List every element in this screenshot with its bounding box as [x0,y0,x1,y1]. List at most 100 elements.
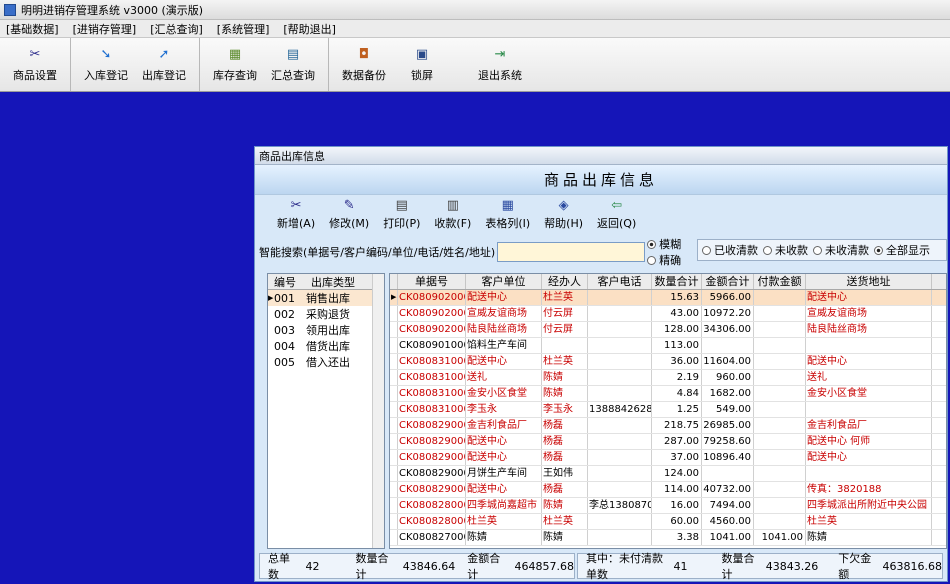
button-label: 商品设置 [13,68,57,82]
cell-phone [588,338,652,353]
table-row[interactable]: ▶CK0809020003配送中心杜兰英15.635966.00配送中心 [390,290,946,306]
filter-partial-option[interactable]: 未收清款 [813,242,869,258]
row-marker [390,450,398,465]
grid-header-amount[interactable]: 金额合计 [702,274,754,289]
type-list-row[interactable]: 004 借货出库 [268,338,384,354]
grid-header-address[interactable]: 送货地址 [806,274,932,289]
cell-customer: 月饼生产车间 [466,466,542,481]
cell-customer: 陆良陆丝商场 [466,322,542,337]
cell-customer: 陈婧 [466,530,542,545]
edit-icon: ✎ [343,197,355,213]
cell-phone [588,418,652,433]
table-row[interactable]: CK0808280002四季城尚嘉超市陈婧李总138087016.007494.… [390,498,946,514]
lock-screen-button[interactable]: ▣ 锁屏 [393,38,451,91]
button-label: 数据备份 [342,68,386,82]
table-row[interactable]: CK0809020001陆良陆丝商场付云屏128.0034306.00陆良陆丝商… [390,322,946,338]
table-row[interactable]: CK0809010001馅料生产车间 113.00 [390,338,946,354]
type-list-scrollbar[interactable] [372,274,384,548]
search-input[interactable] [497,242,646,262]
cell-paid [754,386,806,401]
table-row[interactable]: CK0808310001李玉永李玉永138884262881.25549.00 [390,402,946,418]
match-fuzzy-option[interactable]: 模糊 [647,236,687,252]
menu-basic-data[interactable]: [基础数据] [6,21,59,37]
cell-qty: 60.00 [652,514,702,529]
inbound-button[interactable]: ➘ 入库登记 [77,38,135,91]
filter-all-option[interactable]: 全部显示 [874,242,930,258]
app-title: 明明进销存管理系统 v3000 (演示版) [21,3,204,17]
print-button[interactable]: ▤ 打印(P) [383,197,420,231]
filter-paid-option[interactable]: 已收清款 [702,242,758,258]
outbound-grid: 单据号 客户单位 经办人 客户电话 数量合计 金额合计 付款金额 送货地址 ▶ CK080902… [389,273,947,549]
owed-label: 下欠金额 [838,552,872,581]
type-list-row[interactable]: ▶ 001 销售出库 [268,290,384,306]
type-list-row[interactable]: 003 领用出库 [268,322,384,338]
cell-amount: 10972.20 [702,306,754,321]
grid-header: 单据号 客户单位 经办人 客户电话 数量合计 金额合计 付款金额 送货地址 [390,274,946,290]
grid-header-paid[interactable]: 付款金额 [754,274,806,289]
table-row[interactable]: CK0809020002宣威友谊商场付云屏43.0010972.20宣威友谊商场 [390,306,946,322]
cell-amount: 1682.00 [702,386,754,401]
table-row[interactable]: CK0808290005金吉利食品厂杨磊218.7526985.00金吉利食品厂 [390,418,946,434]
match-exact-option[interactable]: 精确 [647,252,687,268]
grid-header-phone[interactable]: 客户电话 [588,274,652,289]
cell-paid [754,514,806,529]
cell-address: 宣威友谊商场 [806,306,932,321]
unpaid-qty-value: 43843.26 [765,559,819,573]
option-label: 已收清款 [714,244,758,257]
back-icon: ⇦ [611,197,623,213]
window-banner: 商品出库信息 [255,165,947,195]
table-row[interactable]: CK0808310004配送中心杜兰英36.0011604.00配送中心 [390,354,946,370]
cell-amount: 7494.00 [702,498,754,513]
button-label: 帮助(H) [544,217,584,230]
type-list-row[interactable]: 005 借入还出 [268,354,384,370]
cell-handler: 杜兰英 [542,354,588,369]
cell-id: CK0808310003 [398,370,466,385]
back-button[interactable]: ⇦ 返回(Q) [597,197,636,231]
inventory-query-icon: ▦ [228,47,242,62]
table-row[interactable]: CK0808310002金安小区食堂陈婧4.841682.00金安小区食堂 [390,386,946,402]
grid-header-handler[interactable]: 经办人 [542,274,588,289]
edit-button[interactable]: ✎ 修改(M) [329,197,369,231]
add-button[interactable]: ✂ 新增(A) [277,197,315,231]
table-row[interactable]: CK0808270003陈婧陈婧3.381041.001041.00陈婧 [390,530,946,546]
exit-system-button[interactable]: ⇥ 退出系统 [471,38,529,91]
table-row[interactable]: CK0808310003送礼陈婧2.19960.00送礼 [390,370,946,386]
button-label: 汇总查询 [271,68,315,82]
button-label: 表格列(I) [485,217,531,230]
columns-button[interactable]: ▦ 表格列(I) [485,197,530,231]
table-row[interactable]: CK0808290001配送中心杨磊 114.0040732.00 传真：38201… [390,482,946,498]
cell-handler [542,338,588,353]
product-settings-button[interactable]: ✂ 商品设置 [6,38,64,91]
payment-button[interactable]: ▥ 收款(F) [434,197,471,231]
cell-paid [754,466,806,481]
menu-help-exit[interactable]: [帮助退出] [283,21,336,37]
grid-header-qty[interactable]: 数量合计 [652,274,702,289]
table-row[interactable]: CK0808290003配送中心杨磊37.0010896.40配送中心 [390,450,946,466]
button-label: 锁屏 [411,68,433,82]
type-name: 领用出库 [306,324,350,337]
cell-id: CK0808290002 [398,466,466,481]
cell-customer: 四季城尚嘉超市 [466,498,542,513]
menu-system-management[interactable]: [系统管理] [217,21,270,37]
cell-qty: 124.00 [652,466,702,481]
table-row[interactable]: CK0808290004配送中心杨磊 287.0079258.60 配送中心 何师 [390,434,946,450]
outbound-button[interactable]: ➚ 出库登记 [135,38,193,91]
table-row[interactable]: CK0808280001杜兰英杜兰英60.004560.00杜兰英 [390,514,946,530]
filter-unpaid-option[interactable]: 未收款 [763,242,808,258]
type-list-row[interactable]: 002 采购退货 [268,306,384,322]
data-backup-button[interactable]: ◘ 数据备份 [335,38,393,91]
cell-id: CK0809010001 [398,338,466,353]
toolbar-group: ✂ 商品设置 [0,38,71,91]
help-button[interactable]: ◈ 帮助(H) [544,197,583,231]
menu-inventory-management[interactable]: [进销存管理] [73,21,137,37]
grid-header-customer[interactable]: 客户单位 [466,274,542,289]
summary-query-button[interactable]: ▤ 汇总查询 [264,38,322,91]
grid-header-id[interactable]: 单据号 [398,274,466,289]
button-label: 收款(F) [434,217,472,230]
menu-summary-query[interactable]: [汇总查询] [150,21,203,37]
cell-customer: 配送中心 [466,450,542,465]
button-label: 新增(A) [277,217,316,230]
inventory-query-button[interactable]: ▦ 库存查询 [206,38,264,91]
cell-qty: 36.00 [652,354,702,369]
table-row[interactable]: CK0808290002月饼生产车间王如伟 124.00 [390,466,946,482]
